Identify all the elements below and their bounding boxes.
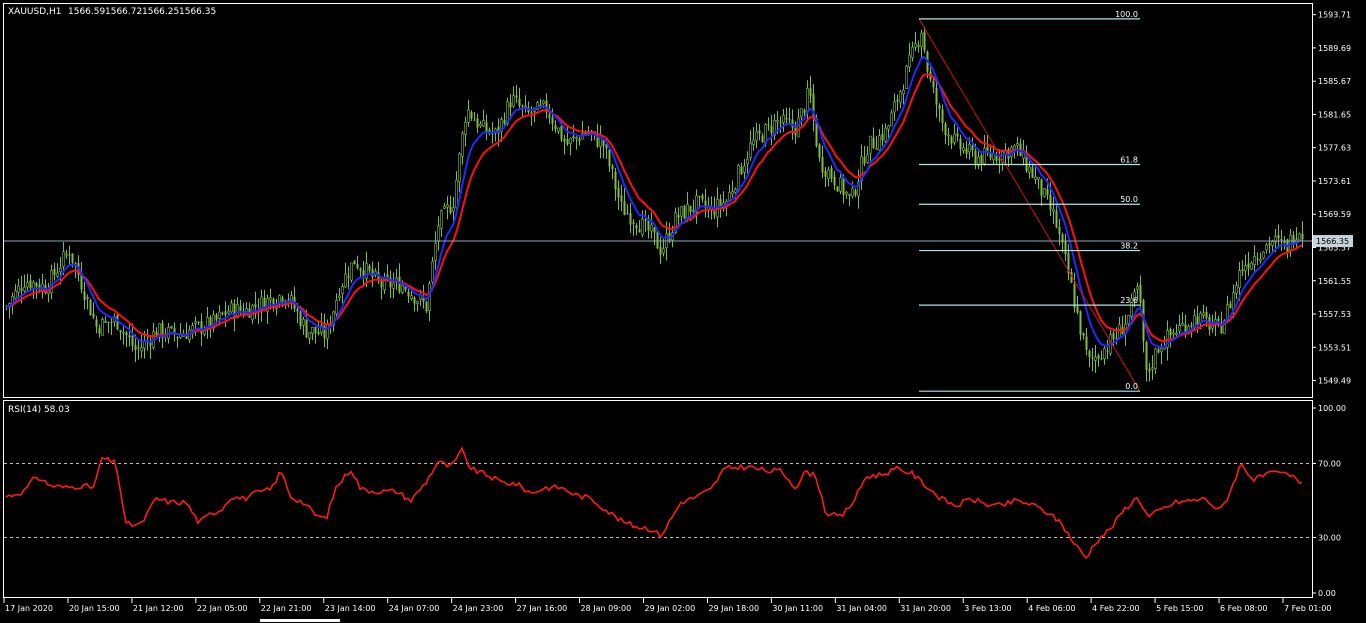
candle	[350, 262, 353, 283]
price-tick-label: 1577.63	[1318, 144, 1351, 153]
candle	[1043, 188, 1046, 198]
time-tick-label: 7 Feb 01:00	[1284, 604, 1331, 613]
time-tick-label: 24 Jan 23:00	[453, 604, 504, 613]
candle	[89, 298, 92, 316]
rsi-tick-label: 30.00	[1318, 534, 1341, 543]
scroll-indicator[interactable]	[260, 619, 340, 622]
candle	[425, 300, 428, 314]
fib-level-label: 23.6	[1120, 296, 1138, 305]
time-tick-label: 17 Jan 2020	[5, 604, 53, 613]
price-tick-label: 1557.53	[1318, 310, 1351, 319]
fib-level-label: 38.2	[1120, 242, 1138, 251]
time-tick-label: 29 Jan 18:00	[708, 604, 759, 613]
price-tick-label: 1561.55	[1318, 277, 1351, 286]
price-tick-label: 1569.59	[1318, 210, 1351, 219]
candle	[101, 317, 104, 336]
time-tick-label: 22 Jan 05:00	[197, 604, 248, 613]
ohlc-open: 1566.59	[68, 7, 105, 17]
rsi-tick-label: 70.00	[1318, 460, 1341, 469]
price-tick-label: 1553.51	[1318, 343, 1351, 352]
candle	[683, 204, 686, 220]
rsi-title: RSI(14) 58.03	[8, 405, 70, 415]
chart-symbol: XAUUSD,H1	[8, 7, 62, 17]
time-tick-label: 3 Feb 13:00	[964, 604, 1011, 613]
time-tick-label: 5 Feb 15:00	[1156, 604, 1203, 613]
time-tick-label: 21 Jan 12:00	[133, 604, 184, 613]
fib-level-label: 61.8	[1120, 156, 1138, 165]
ohlc-high: 1566.72	[105, 7, 142, 17]
time-tick-label: 31 Jan 20:00	[900, 604, 951, 613]
rsi-tick-label: 100.00	[1318, 404, 1346, 413]
ohlc-close: 1566.35	[179, 7, 216, 17]
time-tick-label: 23 Jan 14:00	[325, 604, 376, 613]
time-tick-label: 4 Feb 06:00	[1028, 604, 1075, 613]
time-tick-label: 30 Jan 11:00	[772, 604, 823, 613]
price-tick-label: 1593.71	[1318, 11, 1351, 20]
time-tick-label: 29 Jan 02:00	[645, 604, 696, 613]
time-tick-label: 4 Feb 22:00	[1092, 604, 1139, 613]
price-tick-label: 1573.61	[1318, 177, 1351, 186]
candle	[353, 260, 356, 265]
candle	[1262, 251, 1265, 260]
time-tick-label: 22 Jan 21:00	[261, 604, 312, 613]
price-tick-label: 1549.49	[1318, 377, 1351, 386]
trading-chart[interactable]: 100.0 61.8 50.0 38.2 23.6 0.0 XAUUSD,H1 1566.…	[0, 0, 1366, 623]
candle	[905, 64, 908, 90]
time-tick-label: 20 Jan 15:00	[69, 604, 120, 613]
current-price-tag: 1566.35	[1313, 235, 1353, 248]
price-tick-label: 1581.65	[1318, 110, 1351, 119]
fib-level-label: 50.0	[1120, 195, 1138, 204]
fib-level-label: 100.0	[1115, 10, 1138, 19]
price-tick-label: 1589.69	[1318, 44, 1351, 53]
candle	[836, 186, 839, 192]
ohlc-low: 1566.25	[142, 7, 179, 17]
time-tick-label: 6 Feb 08:00	[1220, 604, 1267, 613]
time-tick-label: 24 Jan 07:00	[389, 604, 440, 613]
rsi-tick-label: 0.00	[1318, 589, 1336, 598]
time-tick-label: 28 Jan 09:00	[581, 604, 632, 613]
time-tick-label: 27 Jan 16:00	[517, 604, 568, 613]
price-tick-label: 1585.67	[1318, 77, 1351, 86]
fib-level-label: 0.0	[1125, 382, 1138, 391]
current-price-label: 1566.35	[1316, 237, 1349, 246]
time-tick-label: 31 Jan 04:00	[836, 604, 887, 613]
